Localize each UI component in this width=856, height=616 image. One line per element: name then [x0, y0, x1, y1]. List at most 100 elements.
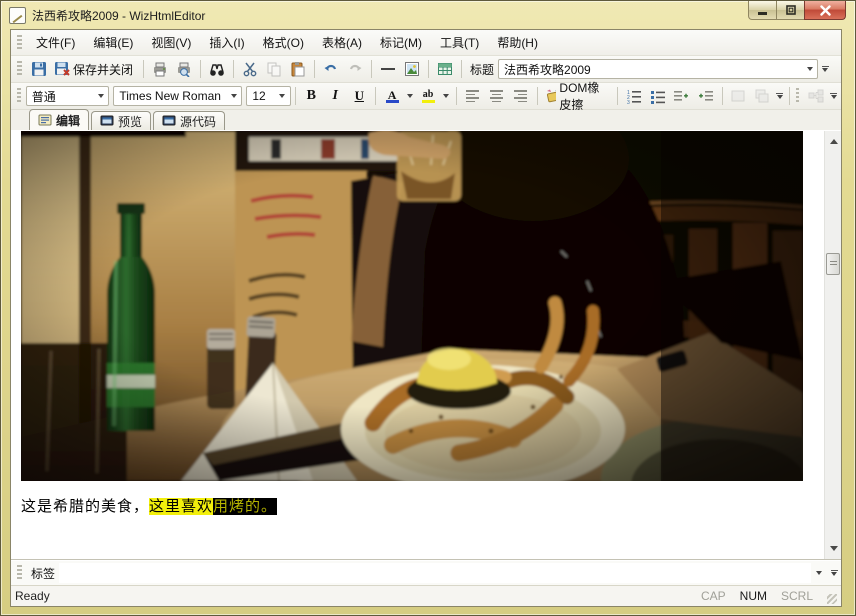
undo-button[interactable]: [319, 58, 343, 80]
title-input[interactable]: 法西希攻略2009: [498, 59, 818, 79]
dom-eraser-button[interactable]: DOM橡皮擦: [542, 85, 613, 107]
separator: [371, 60, 372, 78]
scrollbar-thumb[interactable]: [826, 253, 840, 275]
insert-image-icon: [404, 61, 420, 77]
align-left-button[interactable]: [461, 85, 485, 107]
tagbar-grip[interactable]: [17, 565, 22, 581]
align-right-button[interactable]: [509, 85, 533, 107]
tab-source-label: 源代码: [180, 113, 216, 130]
restore-button[interactable]: [777, 1, 804, 20]
menu-table[interactable]: 表格(A): [313, 30, 371, 55]
arrow-up-icon: [830, 139, 838, 144]
font-family-select[interactable]: Times New Roman: [113, 86, 242, 106]
outdent-button[interactable]: [670, 85, 694, 107]
chevron-down-icon: [831, 572, 837, 576]
format-toolbar-overflow[interactable]: [774, 85, 785, 107]
highlight-dropdown[interactable]: [440, 85, 452, 107]
print-button[interactable]: [148, 58, 172, 80]
redo-button[interactable]: [343, 58, 367, 80]
outdent-icon: [673, 88, 690, 104]
editor-sentence[interactable]: 这是希腊的美食，这里喜欢用烤的。: [21, 495, 277, 516]
resize-grip[interactable]: [827, 594, 837, 604]
title-dropdown[interactable]: [802, 60, 817, 78]
separator: [295, 87, 296, 105]
menu-format[interactable]: 格式(O): [254, 30, 313, 55]
menu-view[interactable]: 视图(V): [142, 30, 200, 55]
tab-edit[interactable]: 编辑: [29, 109, 89, 130]
toolbar-grip[interactable]: [17, 61, 22, 77]
horizontal-rule-button[interactable]: [376, 58, 400, 80]
paste-button[interactable]: [286, 58, 310, 80]
bullet-list-button[interactable]: [646, 85, 670, 107]
right-toolbar-overflow[interactable]: [828, 85, 839, 107]
tagbar-overflow[interactable]: [827, 562, 841, 584]
insert-image-button[interactable]: [400, 58, 424, 80]
title-bar[interactable]: 法西希攻略2009 - WizHtmlEditor: [1, 1, 855, 29]
tab-preview[interactable]: 预览: [91, 111, 151, 130]
scissors-icon: [242, 61, 258, 77]
tag-bar: 标签: [11, 560, 841, 586]
cut-button[interactable]: [238, 58, 262, 80]
underline-button[interactable]: U: [347, 85, 371, 107]
tab-preview-label: 预览: [118, 113, 142, 130]
find-button[interactable]: [205, 58, 229, 80]
save-button[interactable]: [27, 58, 51, 80]
disabled-node-button[interactable]: [804, 85, 828, 107]
indent-button[interactable]: [694, 85, 718, 107]
menu-bar: 文件(F) 编辑(E) 视图(V) 插入(I) 格式(O) 表格(A) 标记(M…: [11, 30, 841, 56]
sentence-selected: 用烤的。: [213, 498, 277, 515]
bold-button[interactable]: B: [299, 85, 323, 107]
toolbar-grip[interactable]: [17, 88, 21, 104]
tag-input[interactable]: [59, 563, 811, 583]
menubar-grip[interactable]: [17, 35, 22, 51]
scroll-up-button[interactable]: [825, 133, 841, 150]
tag-dropdown[interactable]: [811, 571, 827, 575]
font-size-select[interactable]: 12: [246, 86, 290, 106]
status-keys: CAP NUM SCRL: [701, 589, 813, 603]
vertical-scrollbar[interactable]: [824, 131, 841, 559]
align-center-button[interactable]: [485, 85, 509, 107]
copy-button[interactable]: [262, 58, 286, 80]
disabled-frames-button[interactable]: [750, 85, 774, 107]
italic-label: I: [333, 88, 338, 104]
sentence-highlighted: 这里喜欢: [149, 498, 213, 515]
font-color-icon: A: [386, 90, 399, 103]
toolbar-grip[interactable]: [796, 88, 800, 104]
menu-edit[interactable]: 编辑(E): [84, 30, 142, 55]
font-color-button[interactable]: A: [380, 85, 404, 107]
save-and-close-button[interactable]: 保存并关闭: [51, 58, 139, 80]
menu-insert[interactable]: 插入(I): [200, 30, 253, 55]
disabled-frame-button[interactable]: [726, 85, 750, 107]
align-center-icon: [490, 90, 503, 102]
menu-markup[interactable]: 标记(M): [371, 30, 431, 55]
insert-table-button[interactable]: [433, 58, 457, 80]
save-and-close-label: 保存并关闭: [70, 61, 136, 78]
chevron-down-icon: [831, 95, 837, 99]
toolbar-overflow-button[interactable]: [818, 58, 832, 80]
menu-help[interactable]: 帮助(H): [488, 30, 547, 55]
print-preview-button[interactable]: [172, 58, 196, 80]
italic-button[interactable]: I: [323, 85, 347, 107]
chevron-down-icon: [279, 94, 285, 98]
minimize-button[interactable]: [748, 1, 777, 20]
tab-source[interactable]: 源代码: [153, 111, 225, 130]
editor-canvas[interactable]: 这是希腊的美食，这里喜欢用烤的。: [11, 131, 841, 560]
indent-icon: [697, 88, 714, 104]
menu-tools[interactable]: 工具(T): [431, 30, 488, 55]
menu-file[interactable]: 文件(F): [27, 30, 84, 55]
save-close-icon: [54, 61, 70, 77]
view-tabbar: 编辑 预览 源代码: [11, 110, 841, 131]
font-color-dropdown[interactable]: [404, 85, 416, 107]
underline-label: U: [355, 88, 364, 104]
tab-edit-label: 编辑: [56, 112, 80, 129]
highlight-color-button[interactable]: ab: [416, 85, 440, 107]
paragraph-style-select[interactable]: 普通: [26, 86, 110, 106]
scroll-down-button[interactable]: [825, 540, 841, 557]
separator: [143, 60, 144, 78]
redo-icon: [347, 61, 363, 77]
dinner-photo[interactable]: [21, 131, 803, 481]
numbered-list-button[interactable]: 123: [622, 85, 646, 107]
close-button[interactable]: [804, 1, 846, 20]
preview-monitor-icon: [100, 115, 114, 127]
restore-icon: [786, 5, 796, 15]
